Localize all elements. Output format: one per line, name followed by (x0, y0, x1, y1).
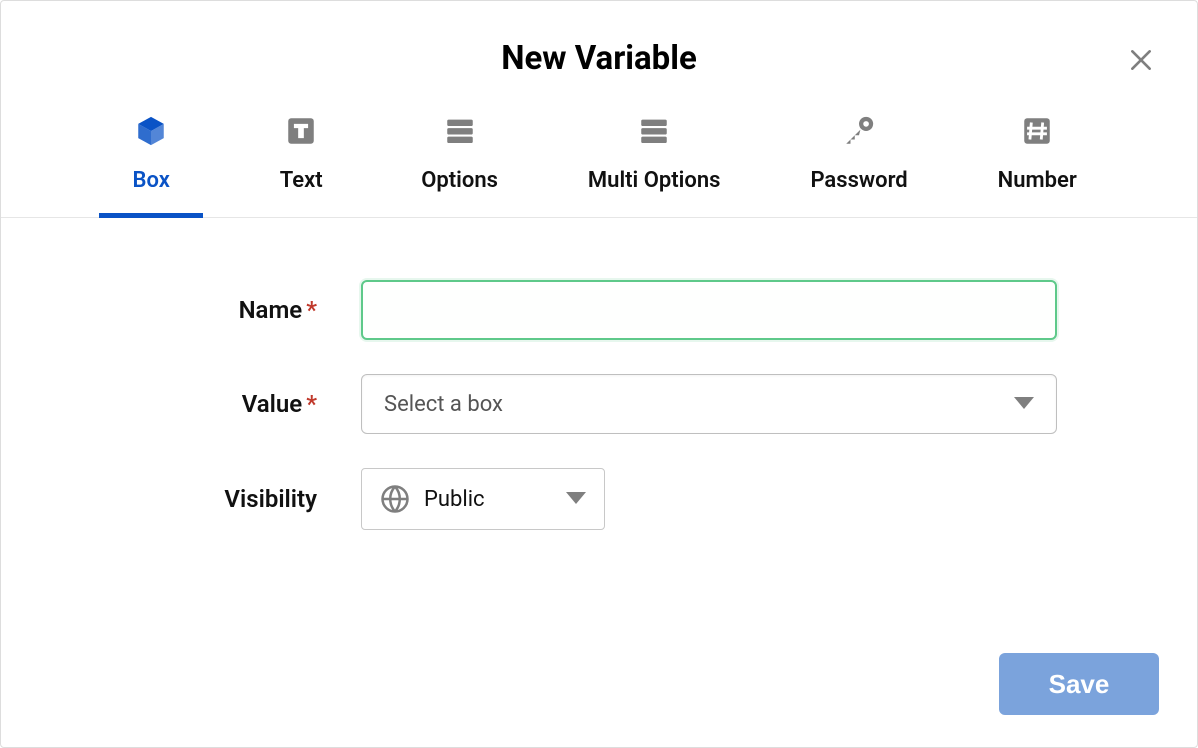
label-text: Name (239, 296, 303, 324)
globe-icon (380, 484, 410, 514)
tab-label: Password (810, 168, 907, 193)
value-label: Value* (141, 390, 361, 418)
name-label: Name* (141, 296, 361, 324)
tab-password[interactable]: Password (810, 114, 907, 217)
list-icon (637, 114, 671, 148)
visibility-select[interactable]: Public (361, 468, 605, 530)
tab-label: Box (133, 168, 170, 193)
list-icon (443, 114, 477, 148)
visibility-value: Public (424, 487, 552, 512)
label-text: Value (242, 390, 302, 418)
key-icon (842, 114, 876, 148)
tab-label: Text (280, 168, 323, 193)
tab-label: Multi Options (588, 168, 721, 193)
hash-icon (1020, 114, 1054, 148)
form-row-name: Name* (141, 280, 1057, 340)
tab-number[interactable]: Number (998, 114, 1077, 217)
form-row-value: Value* Select a box (141, 374, 1057, 434)
tab-label: Options (421, 168, 498, 193)
form-row-visibility: Visibility Public (141, 468, 1057, 530)
variable-form: Name* Value* Select a box Visibility Pub (1, 218, 1197, 530)
required-mark: * (306, 296, 317, 324)
value-select[interactable]: Select a box (361, 374, 1057, 434)
name-input[interactable] (361, 280, 1057, 340)
variable-type-tabs: Box Text Options Multi Opt (1, 78, 1197, 218)
tab-label: Number (998, 168, 1077, 193)
chevron-down-icon (566, 490, 586, 509)
modal-header: New Variable (1, 1, 1197, 78)
close-icon (1128, 47, 1154, 76)
value-placeholder: Select a box (384, 392, 503, 417)
tab-multi-options[interactable]: Multi Options (588, 114, 721, 217)
modal-title: New Variable (1, 39, 1197, 78)
cube-icon (134, 114, 168, 148)
label-text: Visibility (224, 485, 317, 513)
required-mark: * (306, 390, 317, 418)
tab-options[interactable]: Options (421, 114, 498, 217)
close-button[interactable] (1125, 45, 1157, 77)
text-icon (284, 114, 318, 148)
visibility-label: Visibility (141, 485, 361, 513)
chevron-down-icon (1014, 395, 1034, 414)
tab-box[interactable]: Box (121, 114, 181, 217)
modal-footer: Save (999, 653, 1159, 715)
tab-text[interactable]: Text (271, 114, 331, 217)
save-button[interactable]: Save (999, 653, 1159, 715)
